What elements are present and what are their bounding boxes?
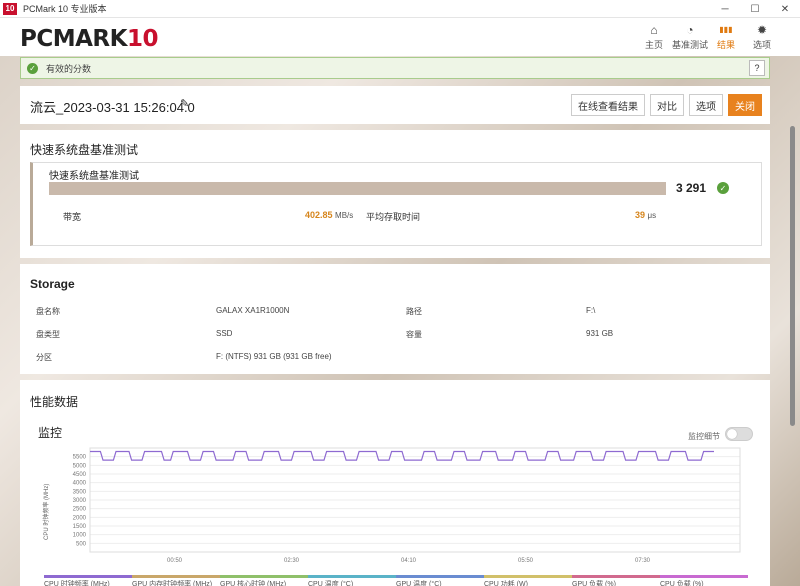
legend-item[interactable]: CPU 温度 (°C) xyxy=(308,575,396,586)
y-axis-label: CPU 时钟频率 (MHz) xyxy=(42,484,50,540)
valid-score-banner: ✓ 有效的分数 ? xyxy=(20,57,770,79)
partition-value: F: (NTFS) 931 GB (931 GB free) xyxy=(216,352,332,361)
title-bar: 10 PCMark 10 专业版本 ─ ☐ ✕ xyxy=(0,0,800,18)
nav-results[interactable]: ▮▮▮ 结果 xyxy=(708,22,744,51)
capacity-label: 容量 xyxy=(406,330,422,339)
nav-label: 基准测试 xyxy=(672,40,709,50)
maximize-icon[interactable]: ☐ xyxy=(740,0,770,18)
partition-label: 分区 xyxy=(36,353,52,362)
x-tick-label: 05:50 xyxy=(518,558,534,564)
x-tick-label: 04:10 xyxy=(401,558,417,564)
score-bar xyxy=(49,182,666,195)
app-icon: 10 xyxy=(3,2,17,15)
storage-title: Storage xyxy=(30,277,75,291)
path-label: 路径 xyxy=(406,307,422,316)
y-tick-label: 1000 xyxy=(73,533,87,539)
performance-panel: 性能数据 监控 监控细节 500 1000 1500 2000 2500 3000 3500… xyxy=(20,380,770,586)
test-card: 快速系统盘基准测试 3 291 ✓ 带宽 402.85 MB/s 平均存取时间 … xyxy=(30,162,762,246)
app-header: PCMARK10 ⌂ 主页 ◔ 基准测试 ▮▮▮ 结果 ✹ 选项 xyxy=(0,18,800,56)
check-icon: ✓ xyxy=(717,182,729,194)
nav-label: 主页 xyxy=(644,40,663,50)
check-icon: ✓ xyxy=(27,62,38,74)
y-tick-label: 5500 xyxy=(73,455,87,461)
storage-panel: Storage 盘名称 GALAX XA1R1000N 路径 F:\ 盘类型 S… xyxy=(20,264,770,374)
result-actions: 在线查看结果 对比 选项 关闭 xyxy=(566,94,762,116)
y-tick-label: 3000 xyxy=(73,498,87,504)
compare-button[interactable]: 对比 xyxy=(650,94,684,116)
bandwidth-number: 402.85 xyxy=(305,210,333,220)
drive-type-label: 盘类型 xyxy=(36,330,60,339)
test-name: 快速系统盘基准测试 xyxy=(49,171,139,182)
bandwidth-value: 402.85 MB/s xyxy=(305,210,353,220)
nav-benchmarks[interactable]: ◔ 基准测试 xyxy=(672,22,708,51)
performance-title: 性能数据 xyxy=(30,395,79,409)
access-time-label: 平均存取时间 xyxy=(366,212,421,222)
window-title: PCMark 10 专业版本 xyxy=(23,4,107,14)
access-time-unit: μs xyxy=(647,211,657,220)
home-icon: ⌂ xyxy=(650,23,658,37)
main-nav: ⌂ 主页 ◔ 基准测试 ▮▮▮ 结果 ✹ 选项 xyxy=(636,22,780,51)
logo-number: 10 xyxy=(126,26,159,52)
bar-chart-icon: ▮▮▮ xyxy=(719,25,733,34)
y-tick-label: 2000 xyxy=(73,515,87,521)
window-controls: ─ ☐ ✕ xyxy=(710,0,800,18)
legend-item[interactable]: CPU 功耗 (W) xyxy=(484,575,572,586)
legend-item[interactable]: GPU 内存时钟频率 (MHz) xyxy=(132,575,220,586)
y-tick-label: 4000 xyxy=(73,481,87,487)
legend-item[interactable]: GPU 核心时钟 (MHz) xyxy=(220,575,308,586)
nav-options[interactable]: ✹ 选项 xyxy=(744,22,780,51)
x-tick-label: 07:30 xyxy=(635,558,651,564)
nav-label: 选项 xyxy=(752,40,771,50)
legend-item[interactable]: CPU 时钟频率 (MHz) xyxy=(44,575,132,586)
drive-type-value: SSD xyxy=(216,329,233,338)
panel-title: 快速系统盘基准测试 xyxy=(30,143,139,157)
y-tick-label: 500 xyxy=(76,541,87,547)
help-button[interactable]: ? xyxy=(749,60,765,76)
drive-name-value: GALAX XA1R1000N xyxy=(216,306,290,315)
legend-item[interactable]: GPU 负载 (%) xyxy=(572,575,660,586)
legend-item[interactable]: CPU 负载 (%) xyxy=(660,575,748,586)
result-title: 流云_2023-03-31 15:26:04.0 xyxy=(30,100,195,115)
bandwidth-unit: MB/s xyxy=(335,211,354,220)
notice-text: 有效的分数 xyxy=(46,63,92,74)
access-time-number: 39 xyxy=(635,210,646,220)
x-tick-label: 00:50 xyxy=(167,558,183,564)
path-value: F:\ xyxy=(586,306,596,315)
chart-legend: CPU 时钟频率 (MHz) GPU 内存时钟频率 (MHz) GPU 核心时钟 (… xyxy=(44,575,748,586)
options-button[interactable]: 选项 xyxy=(689,94,723,116)
scrollbar-thumb[interactable] xyxy=(790,126,795,426)
toggle-knob xyxy=(727,429,737,439)
gear-icon: ✹ xyxy=(756,23,768,37)
series-line xyxy=(90,450,714,461)
monitor-chart: 500 1000 1500 2000 2500 3000 3500 4000 4500 5000 5… xyxy=(42,447,741,564)
test-panel: 快速系统盘基准测试 快速系统盘基准测试 3 291 ✓ 带宽 402.85 MB… xyxy=(20,130,770,258)
y-tick-label: 4500 xyxy=(73,472,87,478)
access-time-value: 39 μs xyxy=(635,210,656,220)
close-button[interactable]: 关闭 xyxy=(728,94,762,116)
result-header: 流云_2023-03-31 15:26:04.0 ✎ 在线查看结果 对比 选项 … xyxy=(20,86,770,124)
pencil-icon[interactable]: ✎ xyxy=(180,97,189,110)
drive-name-label: 盘名称 xyxy=(36,307,60,316)
nav-label: 结果 xyxy=(716,40,735,50)
gauge-icon: ◔ xyxy=(686,23,694,37)
monitor-details-toggle[interactable] xyxy=(725,427,753,441)
close-icon[interactable]: ✕ xyxy=(770,0,800,18)
y-tick-label: 1500 xyxy=(73,524,87,530)
monitor-title: 监控 xyxy=(38,426,63,440)
y-tick-label: 5000 xyxy=(73,463,87,469)
nav-home[interactable]: ⌂ 主页 xyxy=(636,22,672,51)
minimize-icon[interactable]: ─ xyxy=(710,0,740,18)
legend-item[interactable]: GPU 温度 (°C) xyxy=(396,575,484,586)
bandwidth-label: 带宽 xyxy=(63,212,82,222)
view-online-button[interactable]: 在线查看结果 xyxy=(571,94,645,116)
y-tick-label: 3500 xyxy=(73,489,87,495)
capacity-value: 931 GB xyxy=(586,329,614,338)
logo-text: PCMARK xyxy=(20,26,127,52)
y-tick-label: 2500 xyxy=(73,507,87,513)
score-value: 3 291 xyxy=(676,181,707,195)
scrollbar[interactable] xyxy=(790,86,796,586)
x-tick-label: 02:30 xyxy=(284,558,300,564)
pcmark-logo: PCMARK10 xyxy=(20,26,158,52)
